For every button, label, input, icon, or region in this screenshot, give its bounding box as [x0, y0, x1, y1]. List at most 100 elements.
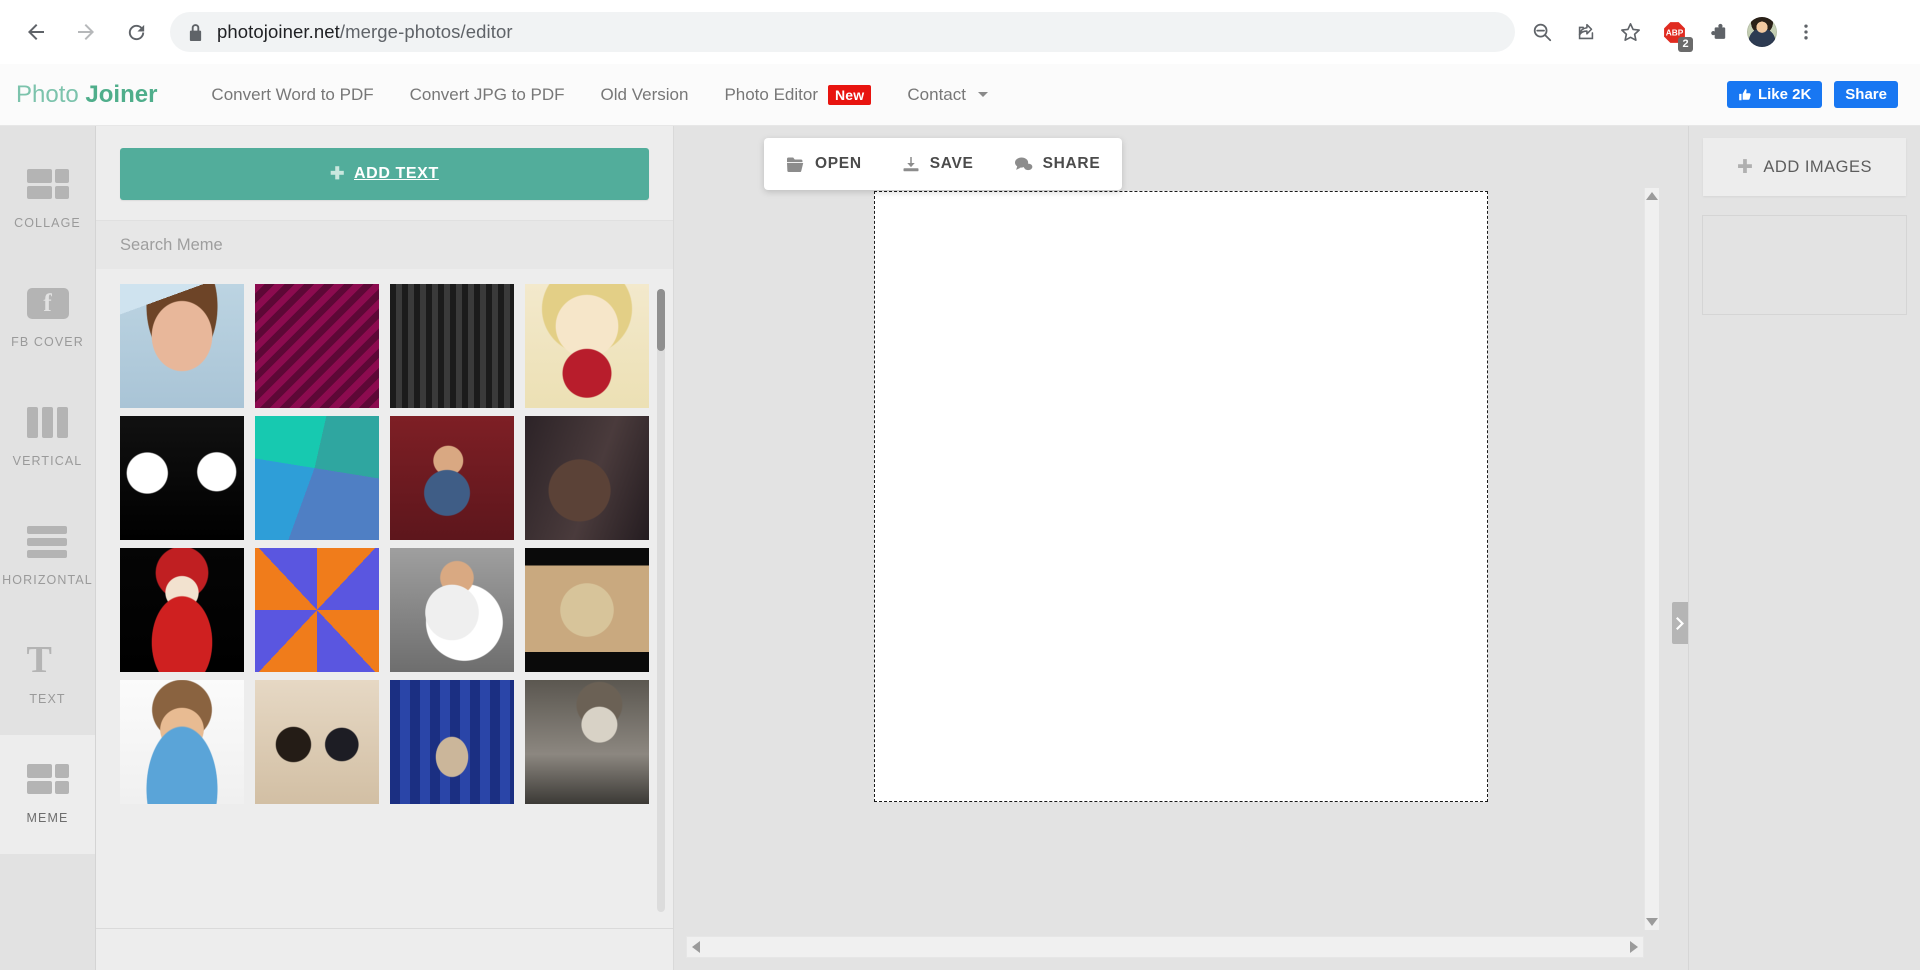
meme-thumb-girl-pointing[interactable]: [390, 416, 514, 540]
sidebar-item-text[interactable]: T TEXT: [0, 616, 95, 735]
save-label: SAVE: [929, 155, 974, 172]
nav-link-contact[interactable]: Contact: [889, 75, 1006, 115]
brand-text-joiner: Joiner: [85, 80, 158, 108]
editor-workspace: OPEN SAVE SHARE: [674, 126, 1688, 970]
profile-avatar[interactable]: [1741, 11, 1783, 53]
browser-toolbar: photojoiner.net/merge-photos/editor ABP …: [0, 0, 1920, 64]
nav-link-convert-word-to-pdf[interactable]: Convert Word to PDF: [193, 75, 391, 115]
browser-nav-buttons: [14, 10, 158, 54]
thumbs-up-icon: [1739, 88, 1751, 100]
facebook-like-button[interactable]: Like 2K: [1726, 81, 1823, 108]
sidebar-item-collage[interactable]: COLLAGE: [0, 140, 95, 259]
chevron-right-icon: [1675, 616, 1684, 630]
plus-icon: ✚: [330, 164, 346, 183]
scroll-left-arrow-icon[interactable]: [692, 941, 700, 953]
sidebar-item-horizontal[interactable]: HORIZONTAL: [0, 497, 95, 616]
meme-thumb-purple-jester[interactable]: [255, 284, 379, 408]
meme-thumb-green-gem[interactable]: [255, 416, 379, 540]
zoom-out-icon[interactable]: [1521, 11, 1563, 53]
search-meme-input[interactable]: [96, 221, 673, 269]
editor-app: COLLAGE f FB COVER VERTICAL HORIZONTAL T…: [0, 126, 1920, 970]
facebook-share-button[interactable]: Share: [1834, 81, 1898, 108]
sidebar-item-meme[interactable]: MEME: [0, 735, 95, 854]
meme-thumbnail-scroll-area[interactable]: [96, 269, 673, 928]
share-icon[interactable]: [1565, 11, 1607, 53]
folder-open-icon: [787, 157, 804, 172]
facebook-like-label: Like 2K: [1757, 86, 1812, 103]
meme-thumb-bad-luck-brian[interactable]: [120, 284, 244, 408]
facebook-cover-icon: f: [26, 288, 69, 322]
nav-link-photo-editor[interactable]: Photo Editor New: [706, 75, 889, 115]
uploaded-image-thumb[interactable]: [1703, 216, 1906, 314]
facebook-share-label: Share: [1845, 86, 1887, 103]
canvas-horizontal-scrollbar[interactable]: [686, 936, 1644, 958]
adblock-badge-count: 2: [1678, 37, 1693, 52]
sidebar-item-label: VERTICAL: [12, 454, 83, 468]
sidebar-item-label: HORIZONTAL: [2, 573, 93, 587]
nav-links: Convert Word to PDF Convert JPG to PDF O…: [193, 75, 1006, 115]
sidebar-item-vertical[interactable]: VERTICAL: [0, 378, 95, 497]
scroll-down-arrow-icon[interactable]: [1646, 918, 1658, 926]
vertical-layout-icon: [26, 407, 69, 441]
meme-library-panel: ✚ ADD TEXT: [96, 126, 674, 970]
meme-thumb-anime-blonde[interactable]: [525, 284, 649, 408]
nav-link-old-version[interactable]: Old Version: [583, 75, 707, 115]
meme-thumb-astronaut[interactable]: [390, 548, 514, 672]
open-button[interactable]: OPEN: [786, 155, 862, 173]
bookmark-star-icon[interactable]: [1609, 11, 1651, 53]
back-arrow-icon[interactable]: [14, 10, 58, 54]
meme-thumb-smiling-man[interactable]: [120, 680, 244, 804]
reload-icon[interactable]: [114, 10, 158, 54]
meme-icon: [26, 764, 69, 798]
right-panel-collapse-handle[interactable]: [1672, 602, 1688, 644]
chrome-menu-icon[interactable]: [1785, 11, 1827, 53]
meme-thumb-blue-hair-rage[interactable]: [255, 548, 379, 672]
chat-share-icon: [1014, 157, 1032, 170]
scroll-up-arrow-icon[interactable]: [1646, 192, 1658, 200]
svg-text:ABP: ABP: [1665, 27, 1683, 37]
meme-thumb-sunglasses-crew[interactable]: [525, 548, 649, 672]
tool-rail: COLLAGE f FB COVER VERTICAL HORIZONTAL T…: [0, 126, 96, 970]
address-bar[interactable]: photojoiner.net/merge-photos/editor: [170, 12, 1515, 52]
sidebar-item-label: TEXT: [29, 692, 66, 706]
images-panel: ✚ ADD IMAGES: [1688, 126, 1920, 970]
add-text-label: ADD TEXT: [354, 165, 439, 182]
meme-canvas[interactable]: [874, 191, 1488, 802]
url-host: photojoiner.net: [217, 21, 340, 42]
scrollbar-thumb[interactable]: [657, 289, 665, 351]
meme-thumb-vintage-student[interactable]: [525, 680, 649, 804]
site-navbar: Photo Joiner Convert Word to PDF Convert…: [0, 64, 1920, 126]
add-images-label: ADD IMAGES: [1763, 157, 1873, 176]
site-logo[interactable]: Photo Joiner: [16, 81, 157, 109]
sidebar-item-fb-cover[interactable]: f FB COVER: [0, 259, 95, 378]
save-button[interactable]: SAVE: [902, 155, 974, 173]
plus-icon: ✚: [1736, 156, 1754, 178]
horizontal-layout-icon: [26, 526, 69, 560]
meme-thumb-anime-red-dress[interactable]: [120, 548, 244, 672]
lock-icon: [188, 23, 203, 41]
share-label: SHARE: [1042, 155, 1101, 172]
meme-thumb-manga-panel[interactable]: [120, 416, 244, 540]
extensions-puzzle-icon[interactable]: [1697, 11, 1739, 53]
add-images-button[interactable]: ✚ ADD IMAGES: [1703, 138, 1906, 196]
canvas-toolbar: OPEN SAVE SHARE: [764, 138, 1123, 190]
open-label: OPEN: [815, 155, 862, 172]
nav-link-label: Old Version: [600, 84, 689, 104]
add-text-button[interactable]: ✚ ADD TEXT: [120, 148, 649, 200]
meme-thumb-man-dark[interactable]: [525, 416, 649, 540]
meme-panel-scrollbar[interactable]: [657, 289, 665, 912]
nav-link-label: Photo Editor: [724, 84, 818, 104]
meme-thumb-stage-singer[interactable]: [390, 680, 514, 804]
meme-thumb-crowd-suits[interactable]: [390, 284, 514, 408]
forward-arrow-icon[interactable]: [64, 10, 108, 54]
sidebar-item-label: MEME: [26, 811, 69, 825]
browser-action-icons: ABP 2: [1521, 11, 1827, 53]
meme-thumb-two-people-hall[interactable]: [255, 680, 379, 804]
new-badge: New: [828, 84, 872, 105]
adblock-plus-icon[interactable]: ABP 2: [1653, 11, 1695, 53]
share-button[interactable]: SHARE: [1014, 155, 1101, 173]
search-section: [96, 220, 673, 269]
canvas-vertical-scrollbar[interactable]: [1644, 188, 1659, 930]
nav-link-convert-jpg-to-pdf[interactable]: Convert JPG to PDF: [392, 75, 583, 115]
scroll-right-arrow-icon[interactable]: [1630, 941, 1638, 953]
